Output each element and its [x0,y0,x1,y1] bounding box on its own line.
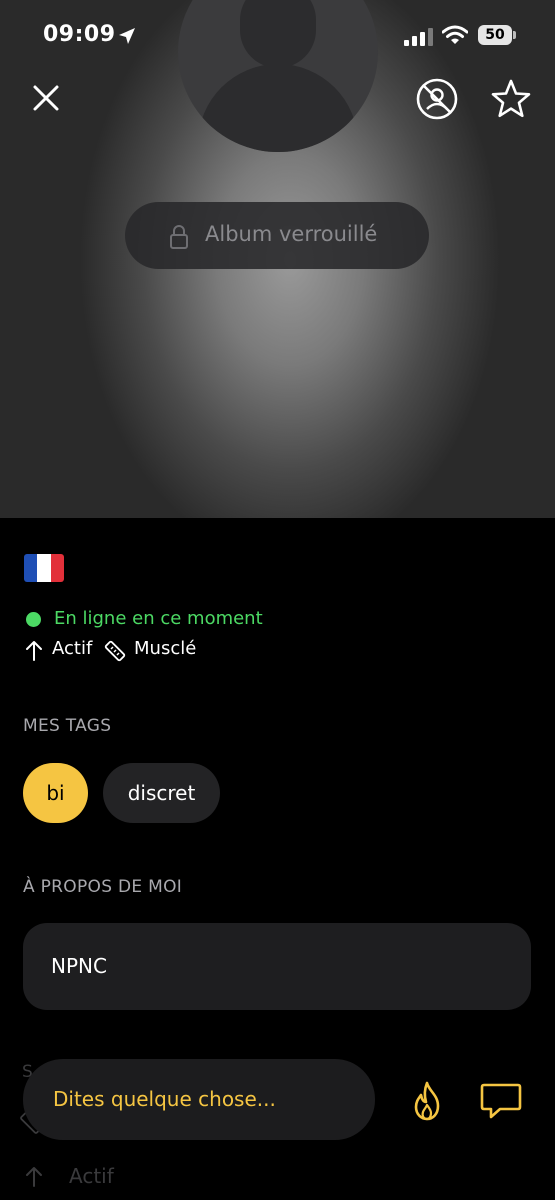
close-icon[interactable] [26,78,66,118]
locked-album-button[interactable]: Album verrouillé [125,202,429,269]
tag-chip[interactable]: discret [103,763,220,823]
status-bar: 09:09 50 [0,0,555,72]
france-flag-icon [24,554,64,582]
stat-role: Actif [52,638,93,659]
user-blocked-icon[interactable] [414,76,460,122]
chat-bubble-icon[interactable] [479,1080,523,1122]
location-arrow-icon [119,28,135,44]
message-composer[interactable]: Dites quelque chose... [23,1059,375,1140]
locked-album-label: Album verrouillé [205,222,378,246]
arrow-up-icon [26,641,42,661]
tags-section-title: MES TAGS [23,716,112,736]
ruler-icon [104,640,126,662]
stat-body-type: Musclé [134,638,197,659]
online-indicator-icon [26,612,41,627]
next-section-role: Actif [69,1164,114,1188]
about-card: NPNC [23,923,531,1010]
message-input[interactable]: Dites quelque chose... [53,1087,276,1111]
star-icon[interactable] [490,78,532,120]
lock-icon [170,225,188,249]
tag-chip[interactable]: bi [23,763,88,823]
battery-tip [513,31,516,39]
about-text: NPNC [51,954,107,978]
flame-icon[interactable] [407,1080,447,1122]
about-section-title: À PROPOS DE MOI [23,877,183,897]
cellular-signal-icon [404,28,433,46]
online-status: En ligne en ce moment [54,608,263,629]
battery-level: 50 [478,25,512,45]
status-time: 09:09 [43,22,116,47]
arrow-up-icon [26,1167,42,1187]
profile-photo-area: Album verrouillé [0,0,555,518]
wifi-icon [442,25,468,44]
